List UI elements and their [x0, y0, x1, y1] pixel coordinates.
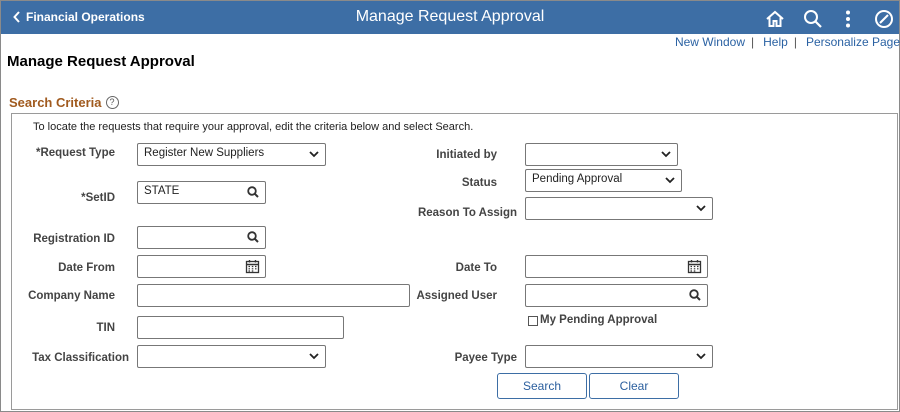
- assigned-user-label: Assigned User: [416, 290, 497, 302]
- my-pending-approval-checkbox[interactable]: [528, 316, 538, 326]
- chevron-down-icon: [661, 151, 671, 158]
- instructions-text: To locate the requests that require your…: [33, 121, 474, 133]
- setid-label: *SetID: [81, 192, 115, 204]
- search-criteria-title: Search Criteria ?: [9, 95, 119, 110]
- page-title: Manage Request Approval: [7, 53, 195, 70]
- payee-type-label: Payee Type: [454, 352, 517, 364]
- request-type-label: *Request Type: [35, 147, 115, 159]
- chevron-down-icon: [696, 353, 706, 360]
- lookup-icon[interactable]: [688, 288, 702, 302]
- date-from-label: Date From: [58, 262, 115, 274]
- link-separator: |: [793, 35, 797, 49]
- setid-value: STATE: [144, 185, 180, 197]
- request-type-value: Register New Suppliers: [144, 147, 265, 159]
- date-to-label: Date To: [455, 262, 497, 274]
- lookup-icon[interactable]: [246, 185, 260, 199]
- reason-to-assign-select[interactable]: [525, 197, 713, 220]
- company-name-input[interactable]: [137, 284, 410, 307]
- assigned-user-input[interactable]: [525, 284, 708, 307]
- help-icon[interactable]: ?: [105, 96, 119, 109]
- chevron-down-icon: [665, 177, 675, 184]
- company-name-label: Company Name: [28, 290, 115, 302]
- new-window-link[interactable]: New Window: [675, 35, 745, 49]
- chevron-down-icon: [309, 353, 319, 360]
- link-separator: |: [751, 35, 755, 49]
- registration-id-input[interactable]: [137, 226, 266, 249]
- home-icon[interactable]: [765, 9, 785, 29]
- help-link[interactable]: Help: [763, 35, 788, 49]
- clear-button[interactable]: Clear: [589, 373, 679, 399]
- setid-input[interactable]: STATE: [137, 181, 266, 204]
- search-button[interactable]: Search: [497, 373, 587, 399]
- header-bar: Financial Operations Manage Request Appr…: [1, 1, 899, 34]
- request-type-select[interactable]: Register New Suppliers: [137, 143, 326, 166]
- tin-input[interactable]: [137, 316, 344, 339]
- page-links: New Window | Help | Personalize Page: [675, 35, 900, 49]
- status-label: Status: [461, 177, 497, 189]
- tin-label: TIN: [96, 322, 115, 334]
- reason-to-assign-label: Reason To Assign: [417, 207, 517, 219]
- chevron-down-icon: [696, 205, 706, 212]
- navbar-icon[interactable]: [874, 9, 894, 29]
- lookup-icon[interactable]: [246, 230, 260, 244]
- date-to-input[interactable]: [525, 255, 708, 278]
- search-criteria-label: Search Criteria: [9, 95, 102, 110]
- payee-type-select[interactable]: [525, 345, 713, 368]
- personalize-page-link[interactable]: Personalize Page: [806, 35, 900, 49]
- chevron-down-icon: [309, 151, 319, 158]
- search-icon[interactable]: [803, 9, 823, 29]
- tax-classification-select[interactable]: [137, 345, 326, 368]
- tax-classification-label: Tax Classification: [32, 352, 129, 364]
- calendar-icon[interactable]: [687, 259, 702, 274]
- initiated-by-label: Initiated by: [436, 149, 497, 161]
- status-select[interactable]: Pending Approval: [525, 169, 682, 192]
- my-pending-approval-label: My Pending Approval: [540, 314, 658, 326]
- actions-menu-icon[interactable]: [838, 9, 858, 29]
- initiated-by-select[interactable]: [525, 143, 678, 166]
- date-from-input[interactable]: [137, 255, 266, 278]
- calendar-icon[interactable]: [245, 259, 260, 274]
- registration-id-label: Registration ID: [33, 233, 115, 245]
- status-value: Pending Approval: [532, 173, 623, 185]
